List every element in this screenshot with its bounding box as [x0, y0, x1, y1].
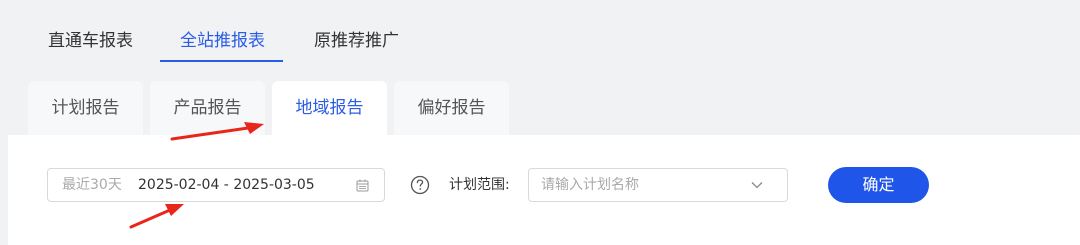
subtab-product-report[interactable]: 产品报告 — [150, 81, 265, 135]
active-tab-underline — [160, 60, 283, 62]
subtab-region-report[interactable]: 地域报告 — [272, 81, 387, 135]
subtab-preference-report[interactable]: 偏好报告 — [394, 81, 509, 135]
page-left-strip — [0, 0, 8, 245]
date-range-value: 2025-02-04 - 2025-03-05 — [138, 177, 315, 193]
tab-quanzhantui-report[interactable]: 全站推报表 — [180, 29, 265, 53]
chevron-down-icon — [751, 182, 763, 189]
tab-yuan-tuijian[interactable]: 原推荐推广 — [314, 29, 399, 53]
tab-zhitongche-report[interactable]: 直通车报表 — [48, 29, 133, 53]
arrow-icon — [129, 204, 184, 229]
help-question-icon[interactable] — [410, 175, 430, 195]
plan-name-placeholder: 请输入计划名称 — [541, 177, 639, 193]
calendar-icon[interactable] — [356, 179, 369, 192]
plan-name-select[interactable]: 请输入计划名称 — [528, 168, 788, 202]
subtab-plan-report[interactable]: 计划报告 — [28, 81, 143, 135]
date-preset-label: 最近30天 — [62, 177, 122, 193]
date-range-picker[interactable]: 最近30天 2025-02-04 - 2025-03-05 — [47, 168, 385, 202]
plan-range-label: 计划范围: — [449, 177, 510, 193]
confirm-button[interactable]: 确定 — [828, 167, 929, 203]
